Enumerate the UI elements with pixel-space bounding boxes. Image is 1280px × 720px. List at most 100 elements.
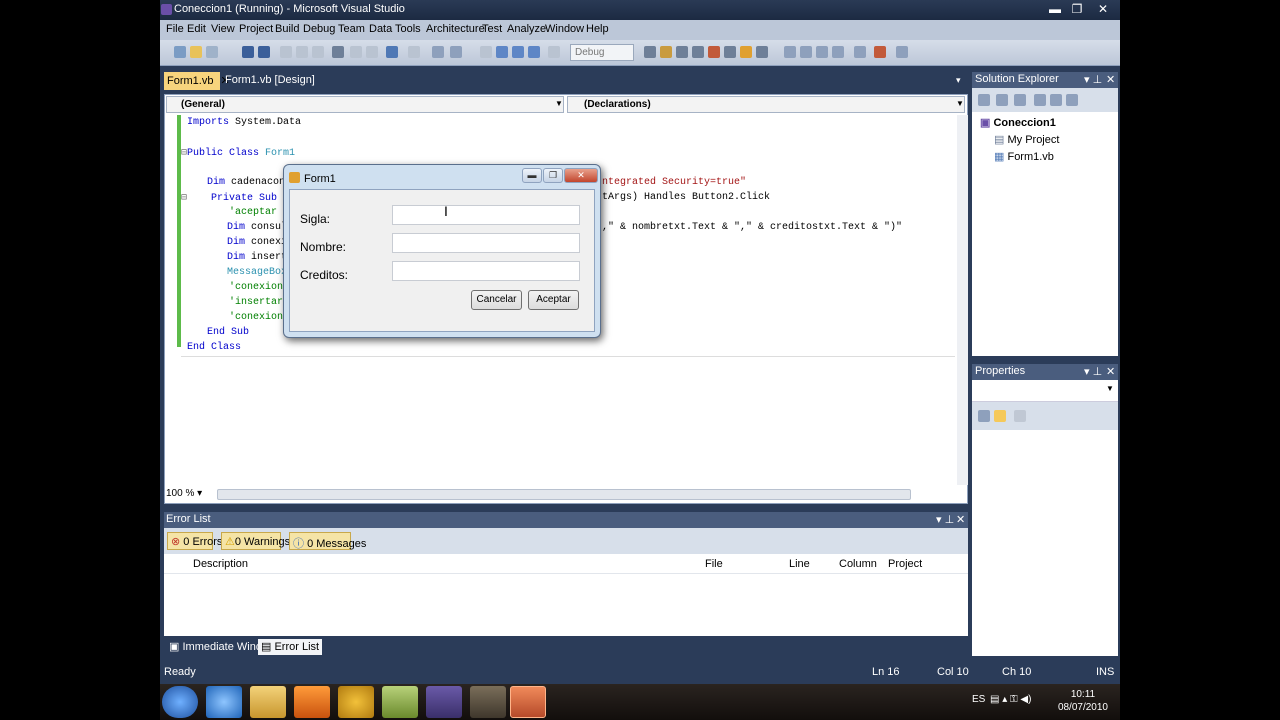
menu-edit[interactable]: Edit <box>187 23 206 35</box>
form1-maximize-button[interactable]: ❐ <box>543 168 563 183</box>
accept-button[interactable]: Aceptar <box>528 290 579 310</box>
class-diagram-icon[interactable] <box>1066 94 1078 106</box>
menu-team[interactable]: Team <box>338 23 365 35</box>
col-description[interactable]: Description <box>193 558 248 570</box>
team-explorer-icon[interactable] <box>724 46 736 58</box>
tab-error-list[interactable]: ▤ Error List <box>258 639 323 655</box>
categorized-icon[interactable] <box>978 410 990 422</box>
next-bookmark-icon[interactable] <box>816 46 828 58</box>
tools-icon[interactable] <box>874 46 886 58</box>
form1-minimize-button[interactable]: ▬ <box>522 168 542 183</box>
language-indicator[interactable]: ES <box>972 694 985 705</box>
save-icon[interactable] <box>242 46 254 58</box>
properties-icon[interactable] <box>676 46 688 58</box>
tray-icons[interactable]: ▤ ▴ ⚿ ◀) <box>990 694 1031 705</box>
tree-item-form1[interactable]: ▦ Form1.vb <box>994 150 1054 163</box>
nombre-textbox[interactable] <box>392 233 580 253</box>
comment-icon[interactable] <box>350 46 362 58</box>
pin-icon[interactable]: ▾ ⊥ <box>936 513 954 526</box>
method-name-combo[interactable]: (Declarations) ▼ <box>567 96 965 113</box>
paste-icon[interactable] <box>312 46 324 58</box>
menu-debug[interactable]: Debug <box>303 23 335 35</box>
undo-icon[interactable] <box>386 46 398 58</box>
navigate-back-icon[interactable] <box>432 46 444 58</box>
media-player-icon[interactable] <box>294 686 330 718</box>
start-button-icon[interactable] <box>162 686 198 718</box>
view-designer-icon[interactable] <box>1050 94 1062 106</box>
pause-icon[interactable] <box>496 46 508 58</box>
indent-icon[interactable] <box>854 46 866 58</box>
solution-config-combo[interactable]: Debug <box>570 44 634 61</box>
form1-close-button[interactable]: ✕ <box>564 168 598 183</box>
errors-filter-button[interactable]: ⊗ 0 Errors <box>167 532 222 550</box>
restart-icon[interactable] <box>528 46 540 58</box>
clock[interactable]: 10:11 08/07/2010 <box>1058 688 1108 714</box>
col-line[interactable]: Line <box>789 558 810 570</box>
col-project[interactable]: Project <box>888 558 922 570</box>
close-button[interactable]: ✕ <box>1092 1 1114 17</box>
close-icon[interactable]: ✕ <box>1106 73 1115 86</box>
property-pages-icon[interactable] <box>1014 410 1026 422</box>
solution-explorer-icon[interactable] <box>660 46 672 58</box>
toolbox-icon[interactable] <box>708 46 720 58</box>
horizontal-scrollbar[interactable] <box>217 489 911 500</box>
maximize-button[interactable]: ❐ <box>1066 1 1088 17</box>
prev-bookmark-icon[interactable] <box>800 46 812 58</box>
toolbar-options-icon[interactable] <box>896 46 908 58</box>
tree-item-my-project[interactable]: ▤ My Project <box>994 133 1059 146</box>
close-icon[interactable]: ✕ <box>956 513 965 526</box>
minimize-button[interactable]: ▬ <box>1044 1 1066 17</box>
navigate-forward-icon[interactable] <box>450 46 462 58</box>
new-project-icon[interactable] <box>174 46 186 58</box>
start-page-icon[interactable] <box>740 46 752 58</box>
tab-form1-vb[interactable]: Form1.vb ✕ <box>164 72 230 90</box>
menu-file[interactable]: File <box>166 23 184 35</box>
cut-icon[interactable] <box>280 46 292 58</box>
running-app-icon[interactable] <box>510 686 546 718</box>
redo-icon[interactable] <box>408 46 420 58</box>
vertical-scrollbar[interactable] <box>957 115 968 485</box>
clear-bookmarks-icon[interactable] <box>832 46 844 58</box>
save-all-icon[interactable] <box>258 46 270 58</box>
menu-architecture[interactable]: Architecture <box>426 23 485 35</box>
start-debug-icon[interactable] <box>480 46 492 58</box>
pin-icon[interactable]: ▾ ⊥ <box>1084 365 1102 378</box>
show-all-files-icon[interactable] <box>996 94 1008 106</box>
menu-tools[interactable]: Tools <box>395 23 421 35</box>
visual-studio-icon[interactable] <box>426 686 462 718</box>
menu-test[interactable]: Test <box>482 23 502 35</box>
tree-item-solution[interactable]: ▣ Coneccion1 <box>980 116 1056 129</box>
menu-project[interactable]: Project <box>239 23 273 35</box>
tab-dropdown-icon[interactable]: ▾ <box>956 75 961 86</box>
creditos-textbox[interactable] <box>392 261 580 281</box>
cancel-button[interactable]: Cancelar <box>471 290 522 310</box>
uncomment-icon[interactable] <box>366 46 378 58</box>
object-browser-icon[interactable] <box>692 46 704 58</box>
menu-analyze[interactable]: Analyze <box>507 23 546 35</box>
internet-explorer-icon[interactable] <box>206 686 242 718</box>
find-icon[interactable] <box>332 46 344 58</box>
refresh-icon[interactable] <box>1014 94 1026 106</box>
notepad-icon[interactable] <box>382 686 418 718</box>
warnings-filter-button[interactable]: ⚠0 Warnings <box>221 532 290 550</box>
step-icon[interactable] <box>548 46 560 58</box>
file-explorer-icon[interactable] <box>250 686 286 718</box>
avast-icon[interactable] <box>338 686 374 718</box>
col-column[interactable]: Column <box>839 558 877 570</box>
menu-build[interactable]: Build <box>275 23 299 35</box>
tools-app-icon[interactable] <box>470 686 506 718</box>
view-code-icon[interactable] <box>1034 94 1046 106</box>
close-icon[interactable]: ✕ <box>1106 365 1115 378</box>
object-selector[interactable]: ▼ <box>972 380 1118 402</box>
col-file[interactable]: File <box>705 558 785 570</box>
extension-manager-icon[interactable] <box>756 46 768 58</box>
find-in-files-icon[interactable] <box>644 46 656 58</box>
open-folder-icon[interactable] <box>190 46 202 58</box>
sigla-textbox[interactable] <box>392 205 580 225</box>
menu-view[interactable]: View <box>211 23 235 35</box>
properties-icon[interactable] <box>978 94 990 106</box>
alphabetical-icon[interactable] <box>994 410 1006 422</box>
class-name-combo[interactable]: (General) ▼ <box>166 96 564 113</box>
messages-filter-button[interactable]: ⓘ 0 Messages <box>289 532 366 550</box>
copy-icon[interactable] <box>296 46 308 58</box>
